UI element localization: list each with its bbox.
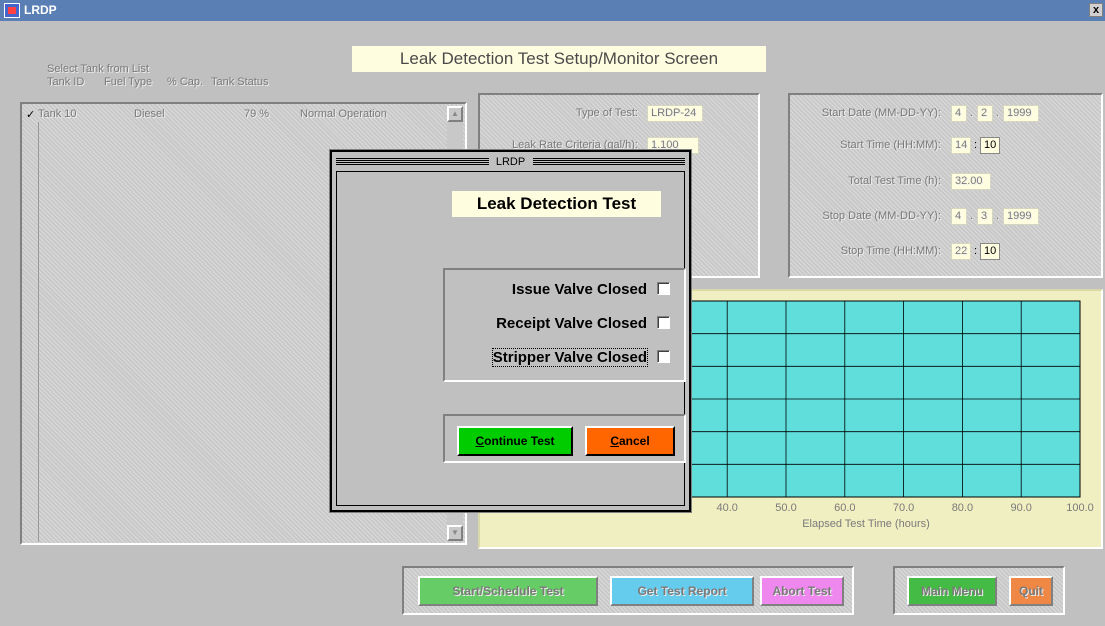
date-separator: . bbox=[970, 107, 974, 119]
dialog-title-bar[interactable]: LRDP bbox=[336, 156, 685, 169]
start-schedule-test-label: Start/Schedule Test bbox=[452, 584, 564, 598]
continue-test-button[interactable]: Continue Test bbox=[457, 426, 573, 456]
title-bar: LRDP x bbox=[0, 0, 1105, 21]
dialog-buttons-group: Continue Test Cancel bbox=[443, 414, 686, 463]
list-item[interactable]: ✓ Tank 10 Diesel 79 % Normal Operation bbox=[24, 106, 444, 122]
stop-year-field[interactable]: 1999 bbox=[1003, 208, 1039, 225]
x-tick-label: 60.0 bbox=[834, 502, 855, 514]
start-year-field[interactable]: 1999 bbox=[1003, 105, 1039, 122]
get-test-report-button[interactable]: Get Test Report bbox=[610, 576, 754, 606]
date-separator: . bbox=[996, 210, 1000, 222]
total-time-label: Total Test Time (h): bbox=[848, 175, 941, 187]
start-hour-field[interactable]: 14 bbox=[951, 137, 971, 154]
stop-minute-field[interactable]: 10 bbox=[980, 243, 1000, 260]
valve-checklist: Issue Valve Closed Receipt Valve Closed … bbox=[443, 268, 686, 382]
x-axis-label: Elapsed Test Time (hours) bbox=[802, 518, 930, 530]
checkbox-icon[interactable] bbox=[657, 316, 670, 329]
x-tick-label: 40.0 bbox=[716, 502, 737, 514]
time-separator: : bbox=[974, 245, 978, 257]
checkbox-icon[interactable] bbox=[657, 350, 670, 363]
stop-day-field[interactable]: 3 bbox=[977, 208, 993, 225]
x-tick-label: 50.0 bbox=[775, 502, 796, 514]
tank-id: Tank 10 bbox=[38, 108, 77, 120]
total-time-field[interactable]: 32.00 bbox=[951, 173, 991, 190]
abort-test-label: Abort Test bbox=[772, 584, 832, 598]
checkbox-icon[interactable] bbox=[657, 282, 670, 295]
app-icon[interactable] bbox=[4, 3, 20, 18]
start-day-field[interactable]: 2 bbox=[977, 105, 993, 122]
main-menu-label: Main Menu bbox=[921, 584, 983, 598]
capacity-percent: 79 % bbox=[244, 108, 270, 120]
test-type-field[interactable]: LRDP-24 bbox=[647, 105, 703, 122]
time-separator: : bbox=[974, 139, 978, 151]
list-prompt: Select Tank from List bbox=[47, 63, 149, 75]
column-header-fuel-type: Fuel Type bbox=[104, 76, 153, 88]
start-month-field[interactable]: 4 bbox=[951, 105, 967, 122]
cancel-label: Cancel bbox=[610, 434, 650, 448]
stripper-valve-checkbox[interactable]: Stripper Valve Closed bbox=[491, 348, 670, 368]
list-divider bbox=[38, 122, 39, 542]
start-schedule-test-button[interactable]: Start/Schedule Test bbox=[418, 576, 598, 606]
page-title: Leak Detection Test Setup/Monitor Screen bbox=[352, 46, 766, 72]
quit-label: Quit bbox=[1019, 584, 1043, 598]
start-minute-field[interactable]: 10 bbox=[980, 137, 1000, 154]
test-actions-group: Start/Schedule Test Get Test Report Abor… bbox=[402, 566, 854, 615]
stop-date-label: Stop Date (MM-DD-YY): bbox=[822, 210, 941, 222]
dialog-title: LRDP bbox=[489, 156, 532, 168]
schedule-panel: Start Date (MM-DD-YY): 4 . 2 . 1999 Star… bbox=[788, 93, 1103, 278]
continue-test-label: Continue Test bbox=[475, 434, 555, 448]
column-header-tank-id: Tank ID bbox=[47, 76, 85, 88]
test-type-label: Type of Test: bbox=[575, 107, 638, 119]
get-test-report-label: Get Test Report bbox=[637, 584, 727, 598]
column-header-tank-status: Tank Status bbox=[211, 76, 269, 88]
check-mark-icon: ✓ bbox=[26, 109, 36, 121]
issue-valve-label: Issue Valve Closed bbox=[511, 281, 647, 298]
start-date-label: Start Date (MM-DD-YY): bbox=[821, 107, 941, 119]
column-header-capacity: % Cap. bbox=[167, 76, 204, 88]
start-time-label: Start Time (HH:MM): bbox=[840, 139, 941, 151]
stripper-valve-label: Stripper Valve Closed bbox=[491, 348, 649, 367]
leak-detection-dialog: LRDP Leak Detection Test Issue Valve Clo… bbox=[329, 149, 692, 513]
quit-button[interactable]: Quit bbox=[1009, 576, 1053, 606]
close-icon[interactable]: x bbox=[1089, 3, 1103, 17]
receipt-valve-checkbox[interactable]: Receipt Valve Closed bbox=[496, 314, 670, 334]
window-title: LRDP bbox=[24, 3, 57, 17]
fuel-type: Diesel bbox=[134, 108, 165, 120]
tank-status: Normal Operation bbox=[300, 108, 387, 120]
x-tick-label: 80.0 bbox=[952, 502, 973, 514]
dialog-heading: Leak Detection Test bbox=[452, 191, 661, 217]
scroll-down-icon[interactable]: ▼ bbox=[447, 525, 463, 541]
stop-time-label: Stop Time (HH:MM): bbox=[840, 245, 941, 257]
date-separator: . bbox=[996, 107, 1000, 119]
abort-test-button[interactable]: Abort Test bbox=[760, 576, 844, 606]
date-separator: . bbox=[970, 210, 974, 222]
x-tick-label: 100.0 bbox=[1066, 502, 1094, 514]
issue-valve-checkbox[interactable]: Issue Valve Closed bbox=[512, 280, 670, 300]
stop-hour-field[interactable]: 22 bbox=[951, 243, 971, 260]
scroll-up-icon[interactable]: ▲ bbox=[447, 106, 463, 122]
cancel-button[interactable]: Cancel bbox=[585, 426, 675, 456]
receipt-valve-label: Receipt Valve Closed bbox=[496, 315, 647, 332]
main-menu-button[interactable]: Main Menu bbox=[907, 576, 997, 606]
x-tick-label: 90.0 bbox=[1010, 502, 1031, 514]
stop-month-field[interactable]: 4 bbox=[951, 208, 967, 225]
x-tick-label: 70.0 bbox=[893, 502, 914, 514]
navigation-group: Main Menu Quit bbox=[893, 566, 1065, 615]
